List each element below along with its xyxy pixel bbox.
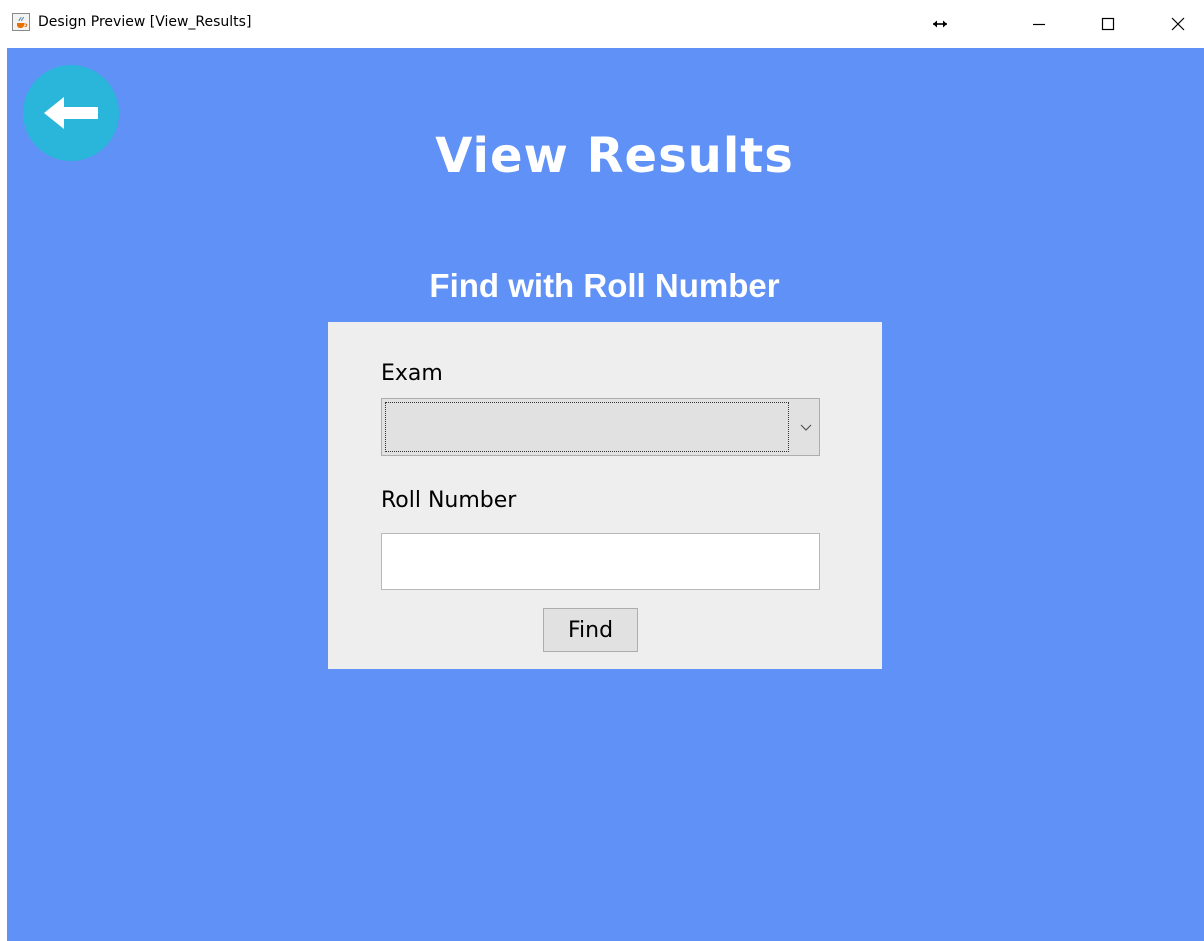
- title-bar[interactable]: Design Preview [View_Results]: [0, 0, 1204, 48]
- main-content: View Results Find with Roll Number Exam …: [7, 48, 1204, 941]
- close-icon: [1171, 17, 1185, 31]
- maximize-button[interactable]: [1085, 0, 1131, 48]
- exam-label: Exam: [381, 361, 443, 386]
- application-window: Design Preview [View_Results] View Resul…: [0, 0, 1204, 941]
- roll-number-label: Roll Number: [381, 488, 517, 513]
- minimize-button[interactable]: [1016, 0, 1062, 48]
- focus-ring: [385, 402, 789, 452]
- minimize-icon: [1033, 23, 1045, 26]
- page-title: View Results: [435, 128, 794, 184]
- section-subtitle: Find with Roll Number: [429, 267, 780, 304]
- java-cup-icon: [12, 13, 30, 31]
- close-button[interactable]: [1155, 0, 1201, 48]
- find-button[interactable]: Find: [543, 608, 638, 652]
- maximize-icon: [1101, 17, 1115, 31]
- roll-number-input[interactable]: [381, 533, 820, 590]
- window-title: Design Preview [View_Results]: [38, 14, 252, 30]
- horizontal-resize-icon[interactable]: [917, 0, 963, 48]
- search-form-panel: Exam Roll Number Find: [328, 322, 882, 669]
- chevron-down-icon: [800, 424, 812, 431]
- exam-dropdown[interactable]: [381, 398, 820, 456]
- arrow-left-icon: [44, 97, 98, 129]
